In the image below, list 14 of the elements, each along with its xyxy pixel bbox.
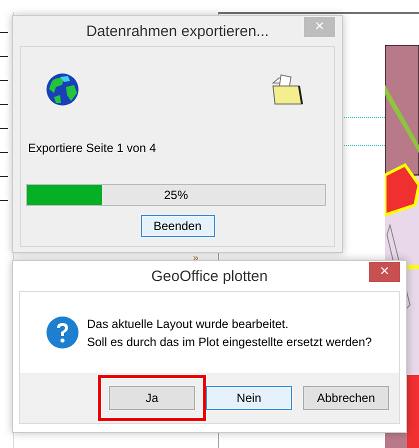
close-button[interactable]: × [369, 262, 400, 282]
progress-reading: 25% [164, 188, 188, 202]
dialog-button[interactable]: Nein [206, 386, 292, 410]
message-line: Das aktuelle Layout wurde bearbeitet. [87, 316, 290, 332]
globe-icon [46, 73, 79, 106]
question-icon [46, 316, 79, 349]
dialog-title: Datenrahmen exportieren... [86, 22, 269, 40]
dialog-title: GeoOffice plotten [151, 268, 268, 284]
status-text: Exportiere Seite 1 von 4 [28, 141, 156, 155]
message-line: Soll es durch das im Plot eingestellte ersetzt werden? [87, 334, 372, 350]
folder-icon [271, 73, 304, 106]
dialog-button[interactable]: Abbrechen [303, 386, 389, 410]
dialog-button[interactable]: Ja [109, 386, 195, 410]
dialog-button[interactable]: Beenden [140, 215, 214, 237]
